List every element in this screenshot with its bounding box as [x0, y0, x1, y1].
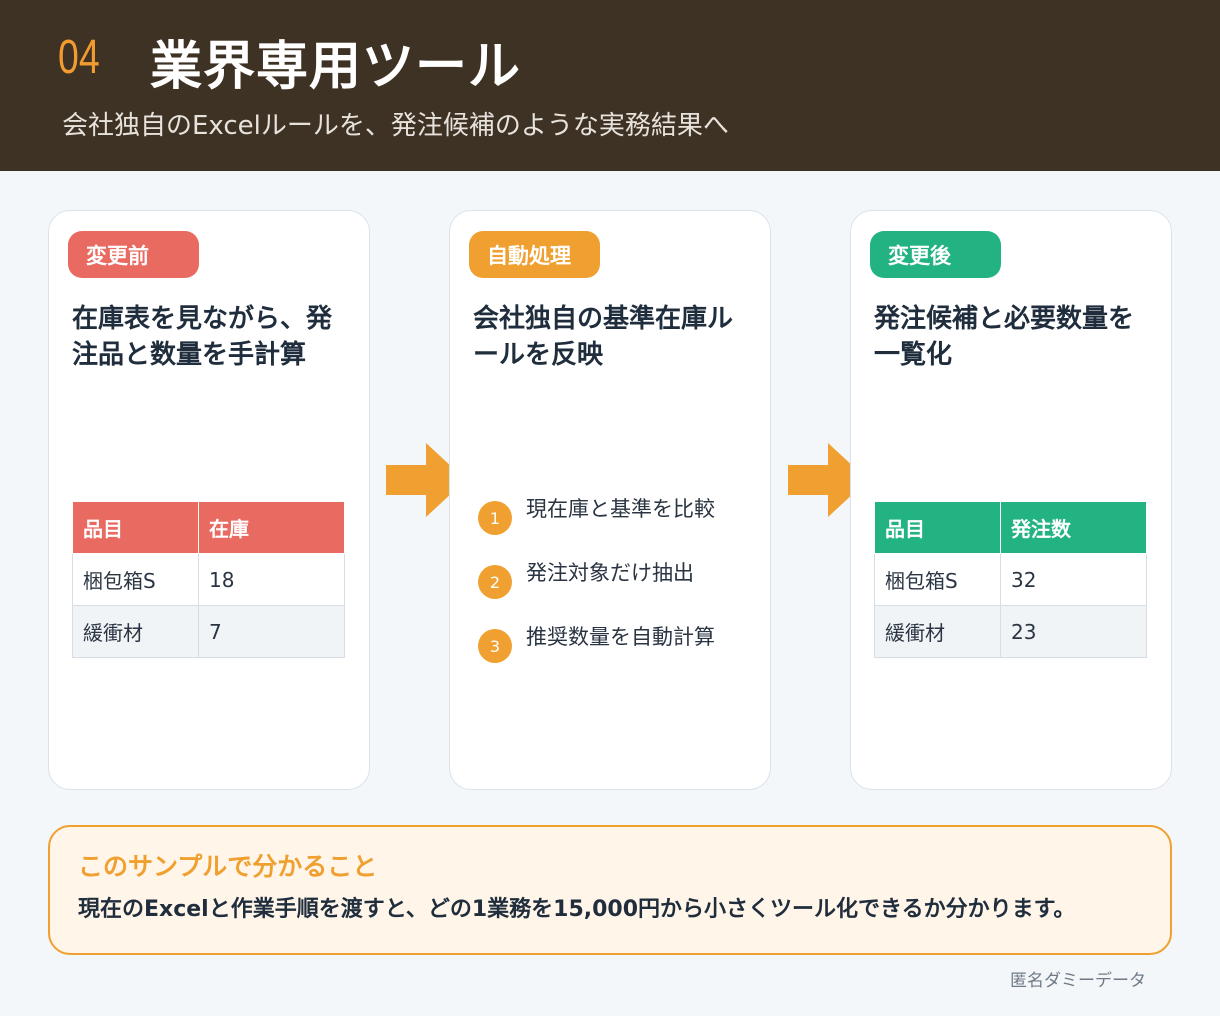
- stock-table: 品目 在庫 梱包箱S 18 緩衝材 7: [72, 501, 345, 658]
- table-cell: 梱包箱S: [874, 553, 1001, 606]
- table-cell: 緩衝材: [72, 605, 199, 658]
- step-text: 発注対象だけ抽出: [526, 561, 694, 585]
- header-banner: 04 業界専用ツール 会社独自のExcelルールを、発注候補のような実務結果へ: [0, 0, 1220, 171]
- page-subtitle: 会社独自のExcelルールを、発注候補のような実務結果へ: [62, 111, 729, 141]
- step-number-badge: 3: [478, 629, 512, 663]
- column-header: 発注数: [1000, 501, 1147, 554]
- column-header: 在庫: [198, 501, 345, 554]
- footer-caption: 匿名ダミーデータ: [1010, 971, 1146, 991]
- step-text: 現在庫と基準を比較: [526, 497, 715, 521]
- page-title: 業界専用ツール: [150, 37, 522, 97]
- table-cell: 32: [1000, 553, 1147, 606]
- process-badge: 自動処理: [469, 231, 600, 278]
- column-header: 品目: [874, 501, 1001, 554]
- table-row: 梱包箱S 18: [72, 553, 345, 606]
- column-header: 品目: [72, 501, 199, 554]
- table-row: 緩衝材 23: [874, 605, 1147, 658]
- table-row: 梱包箱S 32: [874, 553, 1147, 606]
- takeaway-title: このサンプルで分かること: [78, 852, 378, 881]
- table-cell: 7: [198, 605, 345, 658]
- table-cell: 23: [1000, 605, 1147, 658]
- card-before: 変更前 在庫表を見ながら、発注品と数量を手計算 品目 在庫 梱包箱S 18 緩衝…: [48, 210, 370, 790]
- table-cell: 18: [198, 553, 345, 606]
- takeaway-box: このサンプルで分かること 現在のExcelと作業手順を渡すと、どの1業務を15,…: [48, 825, 1172, 955]
- before-badge: 変更前: [68, 231, 199, 278]
- table-cell: 梱包箱S: [72, 553, 199, 606]
- after-badge: 変更後: [870, 231, 1001, 278]
- table-header-row: 品目 発注数: [874, 501, 1147, 554]
- section-number: 04: [58, 31, 100, 84]
- order-table: 品目 発注数 梱包箱S 32 緩衝材 23: [874, 501, 1147, 658]
- takeaway-text: 現在のExcelと作業手順を渡すと、どの1業務を15,000円から小さくツール化…: [78, 897, 1076, 922]
- step-number-badge: 2: [478, 565, 512, 599]
- table-cell: 緩衝材: [874, 605, 1001, 658]
- card-before-title: 在庫表を見ながら、発注品と数量を手計算: [72, 304, 333, 370]
- card-process: 自動処理 会社独自の基準在庫ルールを反映 1 現在庫と基準を比較 2 発注対象だ…: [449, 210, 771, 790]
- table-header-row: 品目 在庫: [72, 501, 345, 554]
- table-row: 緩衝材 7: [72, 605, 345, 658]
- step-number-badge: 1: [478, 501, 512, 535]
- card-after: 変更後 発注候補と必要数量を一覧化 品目 発注数 梱包箱S 32 緩衝材 23: [850, 210, 1172, 790]
- card-after-title: 発注候補と必要数量を一覧化: [874, 304, 1135, 370]
- card-process-title: 会社独自の基準在庫ルールを反映: [473, 304, 734, 370]
- step-text: 推奨数量を自動計算: [526, 625, 715, 649]
